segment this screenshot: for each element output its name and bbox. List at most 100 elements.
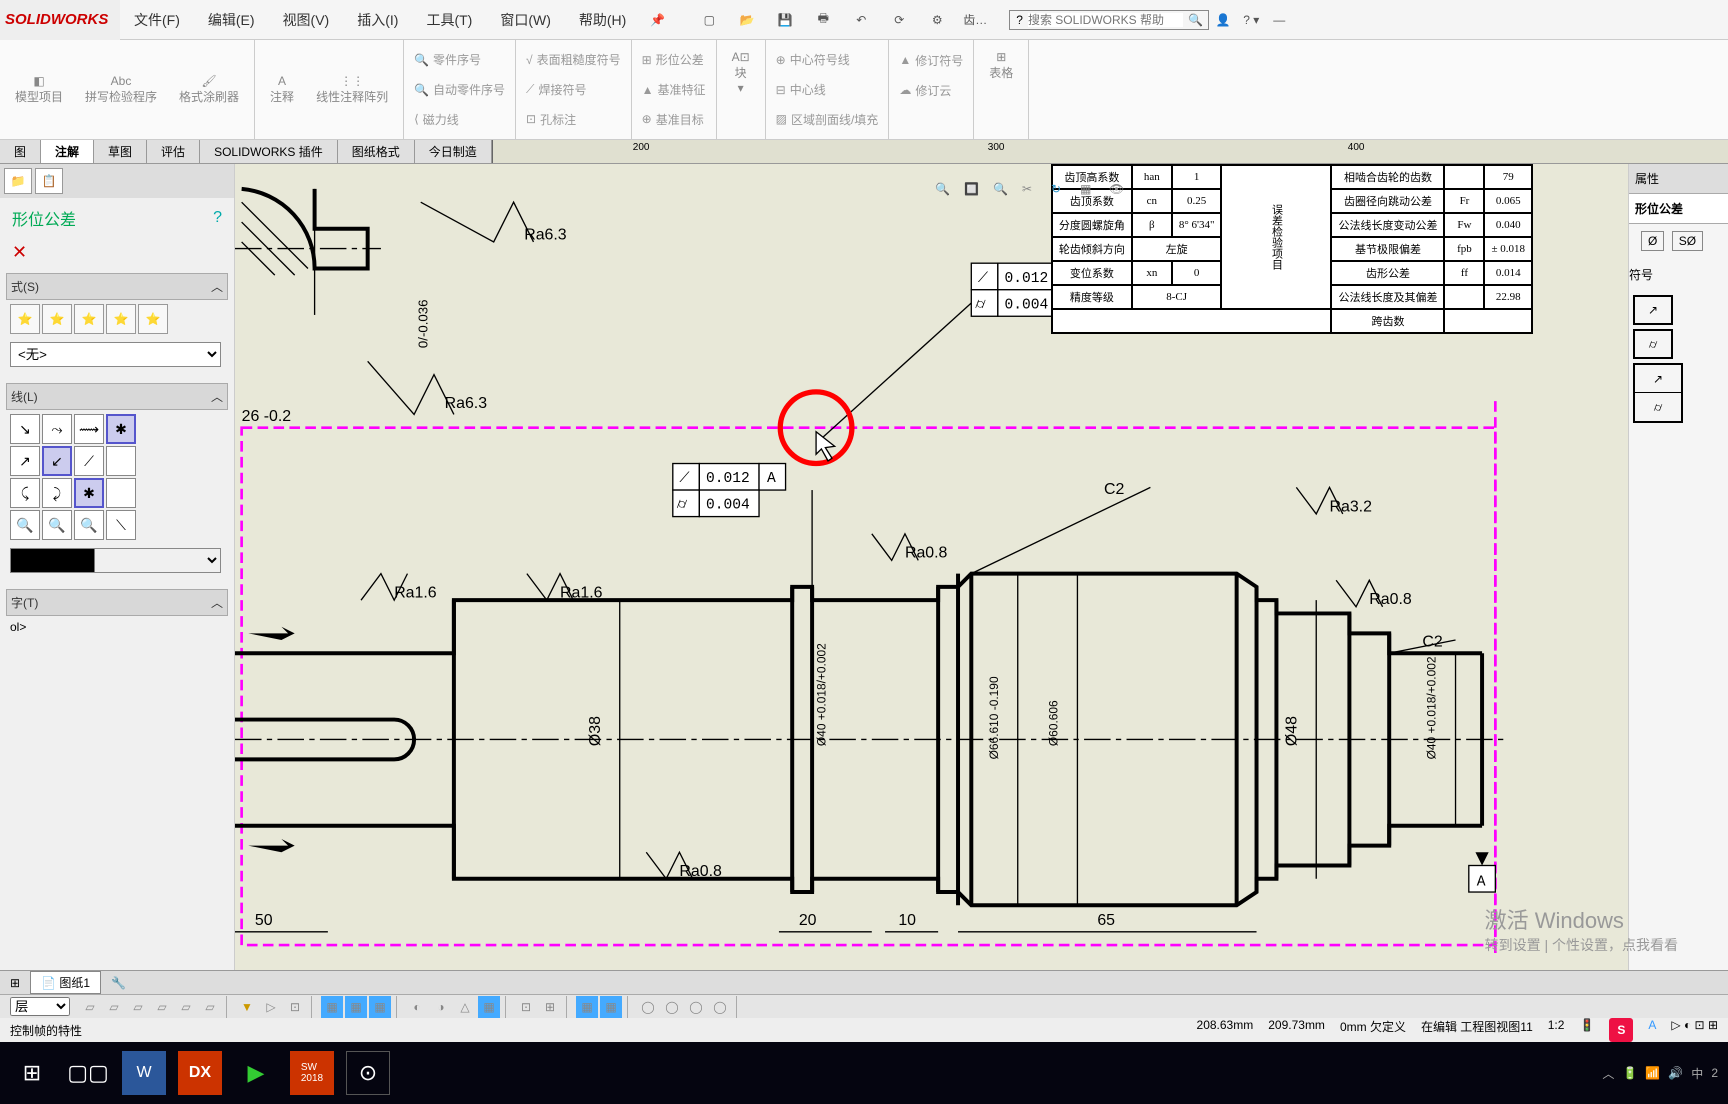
text-section-header[interactable]: 字(T)︿ [6, 589, 228, 616]
bt-icon-2[interactable]: ▱ [103, 996, 125, 1018]
model-items-button[interactable]: ◧模型项目 [10, 69, 68, 110]
tab-annotation[interactable]: 注解 [41, 140, 94, 163]
options-icon[interactable]: ⚙ [923, 6, 951, 34]
datum-button[interactable]: ▲ 基准特征 [642, 81, 706, 98]
arrow-style-dropdown[interactable] [10, 548, 221, 573]
leader-opt-5[interactable]: ↗ [10, 446, 40, 476]
bt-icon-22[interactable]: ◯ [661, 996, 683, 1018]
bt-icon-20[interactable]: ▦ [600, 996, 622, 1018]
style-section-header[interactable]: 式(S)︿ [6, 273, 228, 300]
tab-sketch[interactable]: 草图 [94, 140, 147, 163]
block-button[interactable]: A⊡块▾ [727, 45, 755, 100]
leader-opt-7[interactable]: ⟋ [74, 446, 104, 476]
bt-icon-6[interactable]: ▱ [199, 996, 221, 1018]
ime-icons[interactable]: ▷ ◐ ⊡ ⊞ [1671, 1018, 1718, 1042]
style-dropdown[interactable]: <无> [10, 342, 221, 367]
bt-icon-5[interactable]: ▱ [175, 996, 197, 1018]
leader-opt-2[interactable]: ⤳ [42, 414, 72, 444]
pm-close-button[interactable]: ✕ [0, 238, 234, 267]
symbol-runout-button[interactable]: ⌭ [1633, 329, 1673, 359]
format-painter-button[interactable]: 🖌格式涂刷器 [174, 69, 244, 110]
snap-2-icon[interactable]: ▦ [345, 996, 367, 1018]
style-star5-icon[interactable]: ⭐ [138, 304, 168, 334]
style-star2-icon[interactable]: ⭐ [42, 304, 72, 334]
pm-help-icon[interactable]: ? [213, 209, 222, 227]
leader-section-header[interactable]: 线(L)︿ [6, 383, 228, 410]
ime-badge[interactable]: S [1609, 1018, 1633, 1042]
note-button[interactable]: A注释 [265, 69, 299, 110]
bt-icon-9[interactable]: ⊡ [284, 996, 306, 1018]
symbol-grid[interactable]: ↗ ⌭ [1633, 363, 1683, 423]
open-icon[interactable]: 📂 [733, 6, 761, 34]
feature-tree-icon[interactable]: 📁 [4, 168, 32, 194]
surface-finish-button[interactable]: √ 表面粗糙度符号 [526, 51, 621, 68]
search-input[interactable] [1028, 13, 1183, 27]
hide-show-icon[interactable]: 👁 [1109, 182, 1133, 206]
bt-icon-14[interactable]: ◑ [430, 996, 452, 1018]
pin-icon[interactable]: 📌 [640, 13, 675, 27]
add-sheet-icon[interactable]: 🔧 [111, 976, 126, 990]
bt-icon-21[interactable]: ◯ [637, 996, 659, 1018]
save-icon[interactable]: 💾 [771, 6, 799, 34]
bt-icon-4[interactable]: ▱ [151, 996, 173, 1018]
status-light-icon[interactable]: 🚦 [1579, 1018, 1594, 1042]
property-tab-icon[interactable]: 📋 [35, 168, 63, 194]
print-icon[interactable]: 🖶 [809, 6, 837, 34]
menu-insert[interactable]: 插入(I) [343, 0, 412, 40]
snap-1-icon[interactable]: ▦ [321, 996, 343, 1018]
sdia-symbol-button[interactable]: SØ [1672, 231, 1703, 251]
tray-wifi-icon[interactable]: 📶 [1645, 1066, 1660, 1080]
tab-addins[interactable]: SOLIDWORKS 插件 [200, 140, 338, 163]
leader-opt-10[interactable]: ⤸ [42, 478, 72, 508]
select-icon[interactable]: ▷ [260, 996, 282, 1018]
fcf-1[interactable]: ⟋ 0.012 A ⌭ 0.004 [819, 263, 1084, 441]
centerline-button[interactable]: ⊟ 中心线 [776, 81, 826, 98]
bt-icon-16[interactable]: ▦ [478, 996, 500, 1018]
tables-button[interactable]: ⊞表格 [984, 45, 1018, 86]
leader-opt-12[interactable] [106, 478, 136, 508]
tray-battery-icon[interactable]: 🔋 [1622, 1066, 1637, 1080]
tab-drawing[interactable]: 图 [0, 140, 41, 163]
menu-edit[interactable]: 编辑(E) [194, 0, 269, 40]
tray-chevron-icon[interactable]: ︿ [1602, 1065, 1614, 1082]
zoom-fit-icon[interactable]: 🔍 [935, 182, 959, 206]
filter-icon[interactable]: ▼ [236, 996, 258, 1018]
bt-icon-24[interactable]: ◯ [709, 996, 731, 1018]
drawing-canvas[interactable]: Ra6.3 Ra6.3 26 -0.2 0/-0.036 ⟋ 0.012 A ⌭… [235, 164, 1628, 970]
menu-file[interactable]: 文件(F) [120, 0, 194, 40]
geotol-button[interactable]: ⊞ 形位公差 [642, 51, 704, 68]
fcf-2[interactable]: ⟋ 0.012 A ⌭ 0.004 [673, 464, 812, 601]
weld-symbol-button[interactable]: ⟋ 焊接符号 [526, 81, 586, 98]
task-view-button[interactable]: ▢▢ [66, 1051, 110, 1095]
bt-icon-1[interactable]: ▱ [79, 996, 101, 1018]
bt-icon-18[interactable]: ⊞ [539, 996, 561, 1018]
magnetic-line-button[interactable]: ⟨ 磁力线 [414, 111, 459, 128]
leader-opt-15[interactable]: 🔍 [74, 510, 104, 540]
hole-callout-button[interactable]: ⊡ 孔标注 [526, 111, 576, 128]
leader-opt-8[interactable] [106, 446, 136, 476]
search-icon[interactable]: 🔍 [1188, 13, 1203, 27]
center-mark-button[interactable]: ⊕ 中心符号线 [776, 51, 850, 68]
display-icon[interactable]: ▦ [1080, 182, 1104, 206]
menu-tools[interactable]: 工具(T) [412, 0, 486, 40]
tray-ime-icon[interactable]: 中 [1691, 1065, 1703, 1082]
bt-icon-19[interactable]: ▦ [576, 996, 598, 1018]
new-icon[interactable]: ▢ [695, 6, 723, 34]
leader-opt-4[interactable]: ✱ [106, 414, 136, 444]
bt-icon-17[interactable]: ⊡ [515, 996, 537, 1018]
leader-opt-13[interactable]: 🔍 [10, 510, 40, 540]
sheet-tab-1[interactable]: 📄 图纸1 [30, 971, 101, 994]
tree-icon[interactable]: ⊞ [10, 976, 20, 990]
leader-opt-16[interactable]: ⟍ [106, 510, 136, 540]
snap-3-icon[interactable]: ▦ [369, 996, 391, 1018]
area-hatch-button[interactable]: ▨ 区域剖面线/填充 [776, 111, 879, 128]
start-button[interactable]: ⊞ [10, 1051, 54, 1095]
tray-time[interactable]: 2 [1711, 1066, 1718, 1080]
bt-icon-13[interactable]: ◐ [406, 996, 428, 1018]
section-icon[interactable]: ✂ [1022, 182, 1046, 206]
solidworks-taskbar-icon[interactable]: SW2018 [290, 1051, 334, 1095]
leader-opt-1[interactable]: ↘ [10, 414, 40, 444]
minimize-icon[interactable]: — [1265, 6, 1293, 34]
zoom-area-icon[interactable]: 🔲 [964, 182, 988, 206]
bt-icon-15[interactable]: △ [454, 996, 476, 1018]
